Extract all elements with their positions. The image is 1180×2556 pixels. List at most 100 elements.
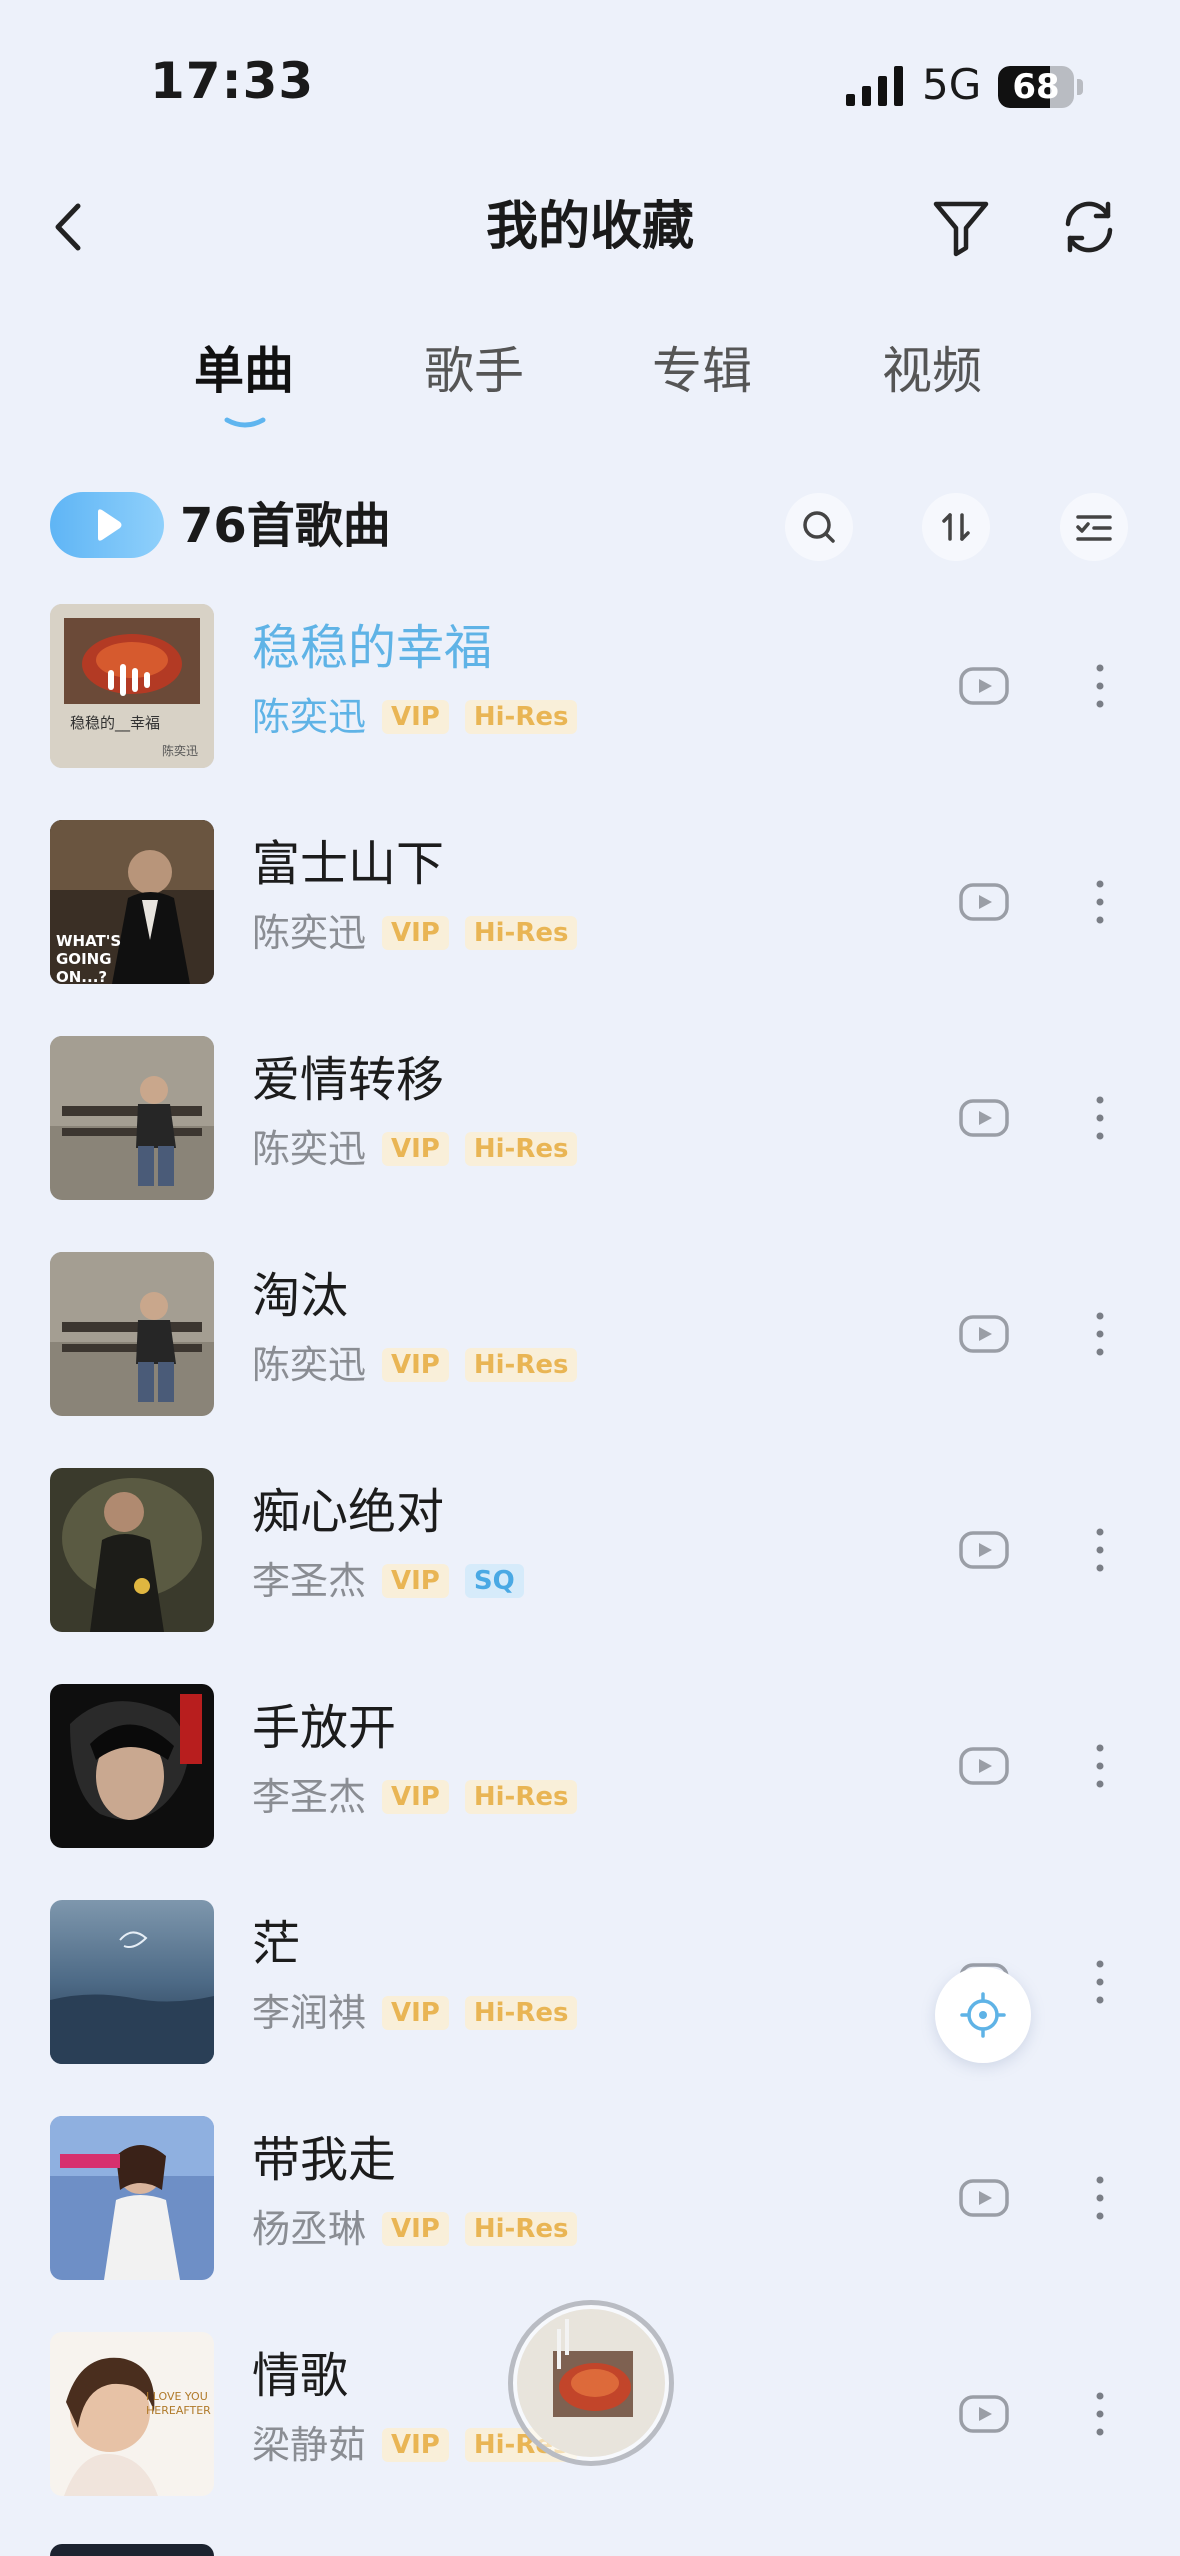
signal-icon [846,66,903,106]
quality-badge: Hi-Res [464,700,578,734]
album-cover [50,1036,214,1200]
vip-badge: VIP [382,1348,449,1382]
album-cover [50,1468,214,1632]
artist-name: 李圣杰 [252,1775,367,1819]
status-bar: 17:33 5G 68 [0,0,1180,150]
vip-badge: VIP [382,2212,449,2246]
artist-name: 杨丞琳 [252,2207,367,2251]
search-button[interactable] [785,493,853,561]
tab-albums[interactable]: 专辑 [652,336,752,406]
artist-name: 李润祺 [252,1991,367,2035]
battery-icon: 68 [998,66,1074,108]
song-meta: 陈奕迅 VIP Hi-Res [252,1343,578,1387]
vip-badge: VIP [382,700,449,734]
list-item[interactable]: 爱情转移 陈奕迅 VIP Hi-Res [0,1036,1180,1252]
more-icon[interactable] [1088,1956,1112,2008]
song-title: 带我走 [252,2132,397,2188]
battery-level: 68 [1012,67,1060,107]
more-icon[interactable] [1088,876,1112,928]
play-all-button[interactable] [50,492,164,558]
list-item[interactable]: 稳稳的__幸福 陈奕迅 稳稳的幸福 陈奕迅 VIP Hi-Res [0,604,1180,820]
song-meta: 杨丞琳 VIP Hi-Res [252,2207,578,2251]
tab-artists[interactable]: 歌手 [424,336,524,406]
mv-play-icon[interactable] [958,2178,1010,2218]
tab-videos[interactable]: 视频 [882,336,982,406]
song-title: 稳稳的幸福 [252,620,493,676]
list-item[interactable]: WHAT'S GOING ON...? 富士山下 陈奕迅 VIP Hi-Res [0,820,1180,1036]
more-icon[interactable] [1088,660,1112,712]
artist-name: 陈奕迅 [252,695,367,739]
quality-badge: Hi-Res [464,1996,578,2030]
crosshair-icon [960,1992,1006,2038]
battery-cap [1077,79,1083,95]
album-cover [50,1900,214,2064]
album-cover: I LOVE YOU HEREAFTER [50,2332,214,2496]
filter-button[interactable] [928,194,994,260]
song-meta: 李润祺 VIP Hi-Res [252,1991,578,2035]
quality-badge: Hi-Res [464,1348,578,1382]
mv-play-icon[interactable] [958,1746,1010,1786]
song-title: 富士山下 [252,836,445,892]
artist-name: 梁静茹 [252,2423,367,2467]
album-cover [50,2544,214,2556]
quality-badge: Hi-Res [464,1132,578,1166]
status-time: 17:33 [150,52,315,110]
artist-name: 陈奕迅 [252,1127,367,1171]
quality-badge: Hi-Res [464,916,578,950]
more-icon[interactable] [1088,1524,1112,1576]
list-item[interactable]: 痴心绝对 李圣杰 VIP SQ [0,1468,1180,1684]
tab-singles[interactable]: 单曲 [194,336,294,406]
search-icon [803,511,835,543]
play-icon [98,509,122,541]
song-title: 茫 [252,1916,301,1972]
list-item[interactable]: 手放开 李圣杰 VIP Hi-Res [0,1684,1180,1900]
more-icon[interactable] [1088,1308,1112,1360]
song-title: 痴心绝对 [252,1484,445,1540]
song-title: 手放开 [252,1700,397,1756]
mv-play-icon[interactable] [958,1530,1010,1570]
song-title: 情歌 [252,2348,349,2404]
album-cover [50,1684,214,1848]
album-cover [50,1252,214,1416]
sort-button[interactable] [922,493,990,561]
sort-icon [942,513,970,541]
artist-name: 陈奕迅 [252,1343,367,1387]
mv-play-icon[interactable] [958,1314,1010,1354]
mv-play-icon[interactable] [958,882,1010,922]
vip-badge: VIP [382,1564,449,1598]
vip-badge: VIP [382,2428,449,2462]
cover-label: I LOVE YOU HEREAFTER [146,2390,211,2417]
song-title: 淘汰 [252,1268,349,1324]
more-icon[interactable] [1088,2172,1112,2224]
vip-badge: VIP [382,1780,449,1814]
checklist-icon [1076,515,1112,541]
artist-name: 李圣杰 [252,1559,367,1603]
mini-player-disc[interactable] [508,2300,674,2466]
filter-icon [933,201,989,257]
more-icon[interactable] [1088,1740,1112,1792]
mv-play-icon[interactable] [958,666,1010,706]
vip-badge: VIP [382,916,449,950]
song-meta: 陈奕迅 VIP Hi-Res [252,695,578,739]
vip-badge: VIP [382,1132,449,1166]
sync-button[interactable] [1056,194,1122,260]
list-item[interactable]: 淘汰 陈奕迅 VIP Hi-Res [0,1252,1180,1468]
more-icon[interactable] [1088,1092,1112,1144]
cover-label: 陈奕迅 [162,744,199,758]
mv-play-icon[interactable] [958,1098,1010,1138]
more-icon[interactable] [1088,2388,1112,2440]
cover-label: 稳稳的__幸福 [70,714,161,732]
now-playing-artwork [517,2309,665,2457]
multi-select-button[interactable] [1060,493,1128,561]
album-cover [50,2116,214,2280]
mv-play-icon[interactable] [958,2394,1010,2434]
tab-indicator [224,417,266,428]
album-cover: WHAT'S GOING ON...? [50,820,214,984]
quality-badge: Hi-Res [464,2212,578,2246]
song-meta: 李圣杰 VIP SQ [252,1560,524,1602]
vip-badge: VIP [382,1996,449,2030]
quality-badge: SQ [464,1564,524,1598]
refresh-icon [1065,201,1113,253]
song-meta: 陈奕迅 VIP Hi-Res [252,912,578,954]
locate-current-button[interactable] [935,1967,1031,2063]
